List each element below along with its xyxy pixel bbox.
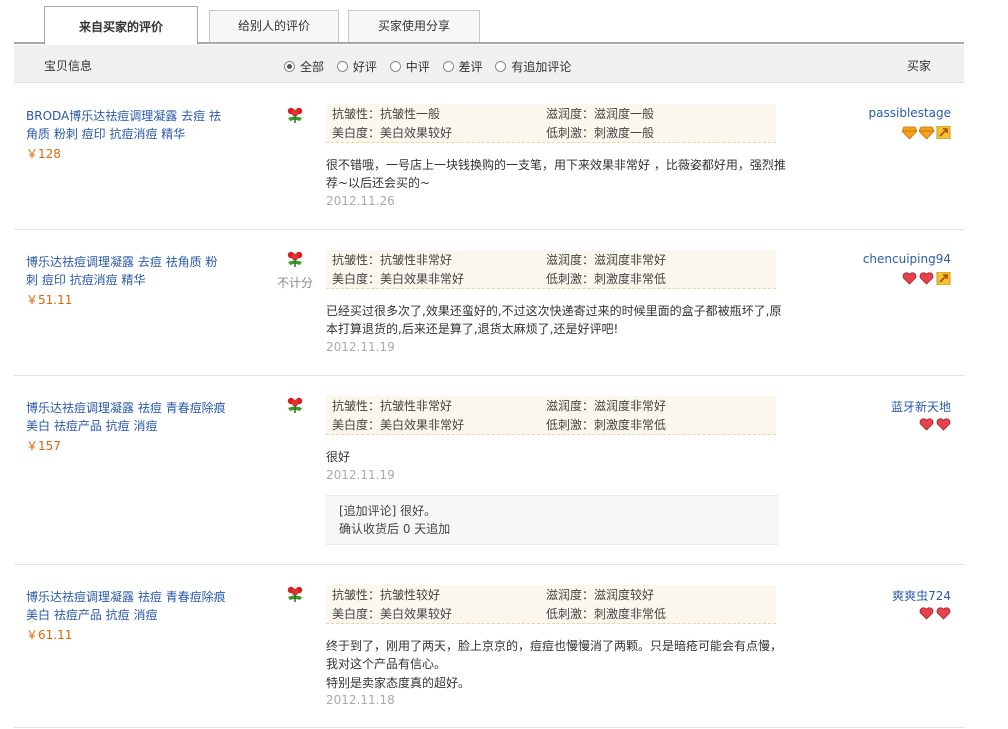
radio-button[interactable]	[284, 61, 295, 72]
flower-icon	[287, 586, 303, 602]
attr-irritation: 低刺激：刺激度非常低	[546, 272, 667, 286]
buyer-badges	[919, 418, 951, 432]
flower-icon	[287, 107, 303, 123]
tab-buyer-shares[interactable]: 买家使用分享	[348, 10, 480, 42]
attr-moisture: 滋润度：滋润度非常好	[546, 253, 667, 267]
review-text: 很不错哦，一号店上一块钱换购的一支笔，用下来效果非常好 ，比薇姿都好用，强烈推荐…	[326, 158, 786, 190]
product-price: ￥157	[26, 439, 61, 453]
product-attributes: 抗皱性：抗皱性非常好 滋润度：滋润度非常好 美白度：美白效果非常好 低刺激：刺激…	[326, 396, 776, 435]
diamond-icon	[902, 126, 917, 139]
review-text: 终于到了，刚用了两天，脸上京京的，痘痘也慢慢消了两颗。只是暗疮可能会有点慢，我对…	[326, 639, 783, 671]
filter-appended[interactable]: 有追加评论	[495, 58, 571, 75]
vip-icon	[936, 272, 951, 285]
buyer-badges	[902, 272, 951, 286]
filter-negative[interactable]: 差评	[442, 58, 483, 75]
buyer-badges	[919, 607, 951, 621]
heart-icon	[936, 607, 951, 620]
review-row: 博乐达祛痘调理凝露 祛痘 青春痘除痕 美白 祛痘产品 抗痘 消痘 ￥157 抗皱…	[14, 396, 964, 565]
vip-icon	[936, 126, 951, 139]
heart-icon	[902, 272, 917, 285]
product-title-link[interactable]: 博乐达祛痘调理凝露 祛痘 青春痘除痕 美白 祛痘产品 抗痘 消痘	[26, 588, 226, 624]
product-info-header: 宝贝信息	[44, 59, 93, 73]
review-text: 很好	[326, 450, 351, 464]
no-score-label: 不计分	[277, 276, 314, 290]
tab-buyer-reviews[interactable]: 来自买家的评价	[44, 6, 198, 45]
review-date: 2012.11.18	[326, 693, 395, 707]
radio-button[interactable]	[389, 61, 401, 72]
product-title-link[interactable]: 博乐达祛痘调理凝露 祛痘 青春痘除痕 美白 祛痘产品 抗痘 消痘	[26, 399, 226, 435]
radio-button[interactable]	[442, 61, 454, 72]
rating-filters: 全部 好评 中评 差评 有追加评论	[284, 58, 580, 74]
product-price: ￥128	[26, 147, 61, 161]
buyer-name-link[interactable]: chencuiping94	[863, 252, 951, 266]
buyer-name-link[interactable]: passiblestage	[869, 106, 951, 120]
heart-icon	[919, 272, 934, 285]
product-title-link[interactable]: 博乐达祛痘调理凝露 去痘 祛角质 粉刺 痘印 抗痘消痘 精华	[26, 253, 226, 289]
flower-icon	[287, 251, 303, 267]
review-row: 博乐达祛痘调理凝露 祛痘 青春痘除痕 美白 祛痘产品 抗痘 消痘 ￥61.11 …	[14, 585, 964, 728]
review-row: 博乐达祛痘调理凝露 去痘 祛角质 粉刺 痘印 抗痘消痘 精华 ￥51.11 不计…	[14, 250, 964, 376]
review-tabs: 来自买家的评价 给别人的评价 买家使用分享	[14, 6, 964, 45]
attr-whitening: 美白度：美白效果较好	[332, 126, 453, 140]
attr-irritation: 低刺激：刺激度非常低	[546, 418, 667, 432]
attr-whitening: 美白度：美白效果非常好	[332, 272, 465, 286]
review-text: 已经买过很多次了,效果还蛮好的,不过这次快递寄过来的时候里面的盒子都被瓶坏了,原…	[326, 304, 782, 336]
buyer-name-link[interactable]: 蓝牙新天地	[891, 398, 951, 415]
appended-review-note: 确认收货后 0 天追加	[339, 522, 451, 536]
review-header: 宝贝信息 全部 好评 中评 差评 有追加评论 买家	[14, 45, 964, 83]
buyer-header: 买家	[907, 59, 932, 73]
attr-wrinkle: 抗皱性：抗皱性非常好	[332, 399, 453, 413]
filter-positive[interactable]: 好评	[336, 58, 377, 75]
review-date: 2012.11.19	[326, 468, 395, 482]
filter-all[interactable]: 全部	[284, 58, 324, 75]
attr-wrinkle: 抗皱性：抗皱性较好	[332, 588, 441, 602]
attr-moisture: 滋润度：滋润度一般	[546, 107, 655, 121]
attr-whitening: 美白度：美白效果较好	[332, 607, 453, 621]
buyer-badges	[902, 126, 951, 140]
flower-icon	[287, 397, 303, 413]
attr-wrinkle: 抗皱性：抗皱性非常好	[332, 253, 453, 267]
attr-irritation: 低刺激：刺激度一般	[546, 126, 655, 140]
diamond-icon	[919, 126, 934, 139]
product-price: ￥61.11	[26, 628, 73, 642]
appended-review: [追加评论] 很好。 确认收货后 0 天追加	[326, 495, 778, 545]
heart-icon	[919, 607, 934, 620]
attr-whitening: 美白度：美白效果非常好	[332, 418, 465, 432]
product-attributes: 抗皱性：抗皱性非常好 滋润度：滋润度非常好 美白度：美白效果非常好 低刺激：刺激…	[326, 250, 776, 289]
review-row: BRODA博乐达祛痘调理凝露 去痘 祛角质 粉刺 痘印 抗痘消痘 精华 ￥128…	[14, 104, 964, 230]
attr-moisture: 滋润度：滋润度较好	[546, 588, 655, 602]
product-title-link[interactable]: BRODA博乐达祛痘调理凝露 去痘 祛角质 粉刺 痘印 抗痘消痘 精华	[26, 107, 226, 143]
buyer-name-link[interactable]: 爽爽虫724	[892, 587, 951, 604]
heart-icon	[936, 418, 951, 431]
product-price: ￥51.11	[26, 293, 73, 307]
review-date: 2012.11.26	[326, 194, 395, 208]
attr-moisture: 滋润度：滋润度非常好	[546, 399, 667, 413]
product-attributes: 抗皱性：抗皱性较好 滋润度：滋润度较好 美白度：美白效果较好 低刺激：刺激度非常…	[326, 585, 776, 624]
review-text-continued: 特别是卖家态度真的超好。	[326, 676, 471, 690]
heart-icon	[919, 418, 934, 431]
appended-review-text: [追加评论] 很好。	[339, 504, 437, 518]
attr-irritation: 低刺激：刺激度非常低	[546, 607, 667, 621]
attr-wrinkle: 抗皱性：抗皱性一般	[332, 107, 441, 121]
radio-button[interactable]	[495, 61, 507, 72]
tab-reviews-given[interactable]: 给别人的评价	[209, 10, 339, 42]
filter-neutral[interactable]: 中评	[389, 58, 430, 75]
product-attributes: 抗皱性：抗皱性一般 滋润度：滋润度一般 美白度：美白效果较好 低刺激：刺激度一般	[326, 104, 776, 143]
review-date: 2012.11.19	[326, 340, 395, 354]
radio-button[interactable]	[336, 61, 348, 72]
